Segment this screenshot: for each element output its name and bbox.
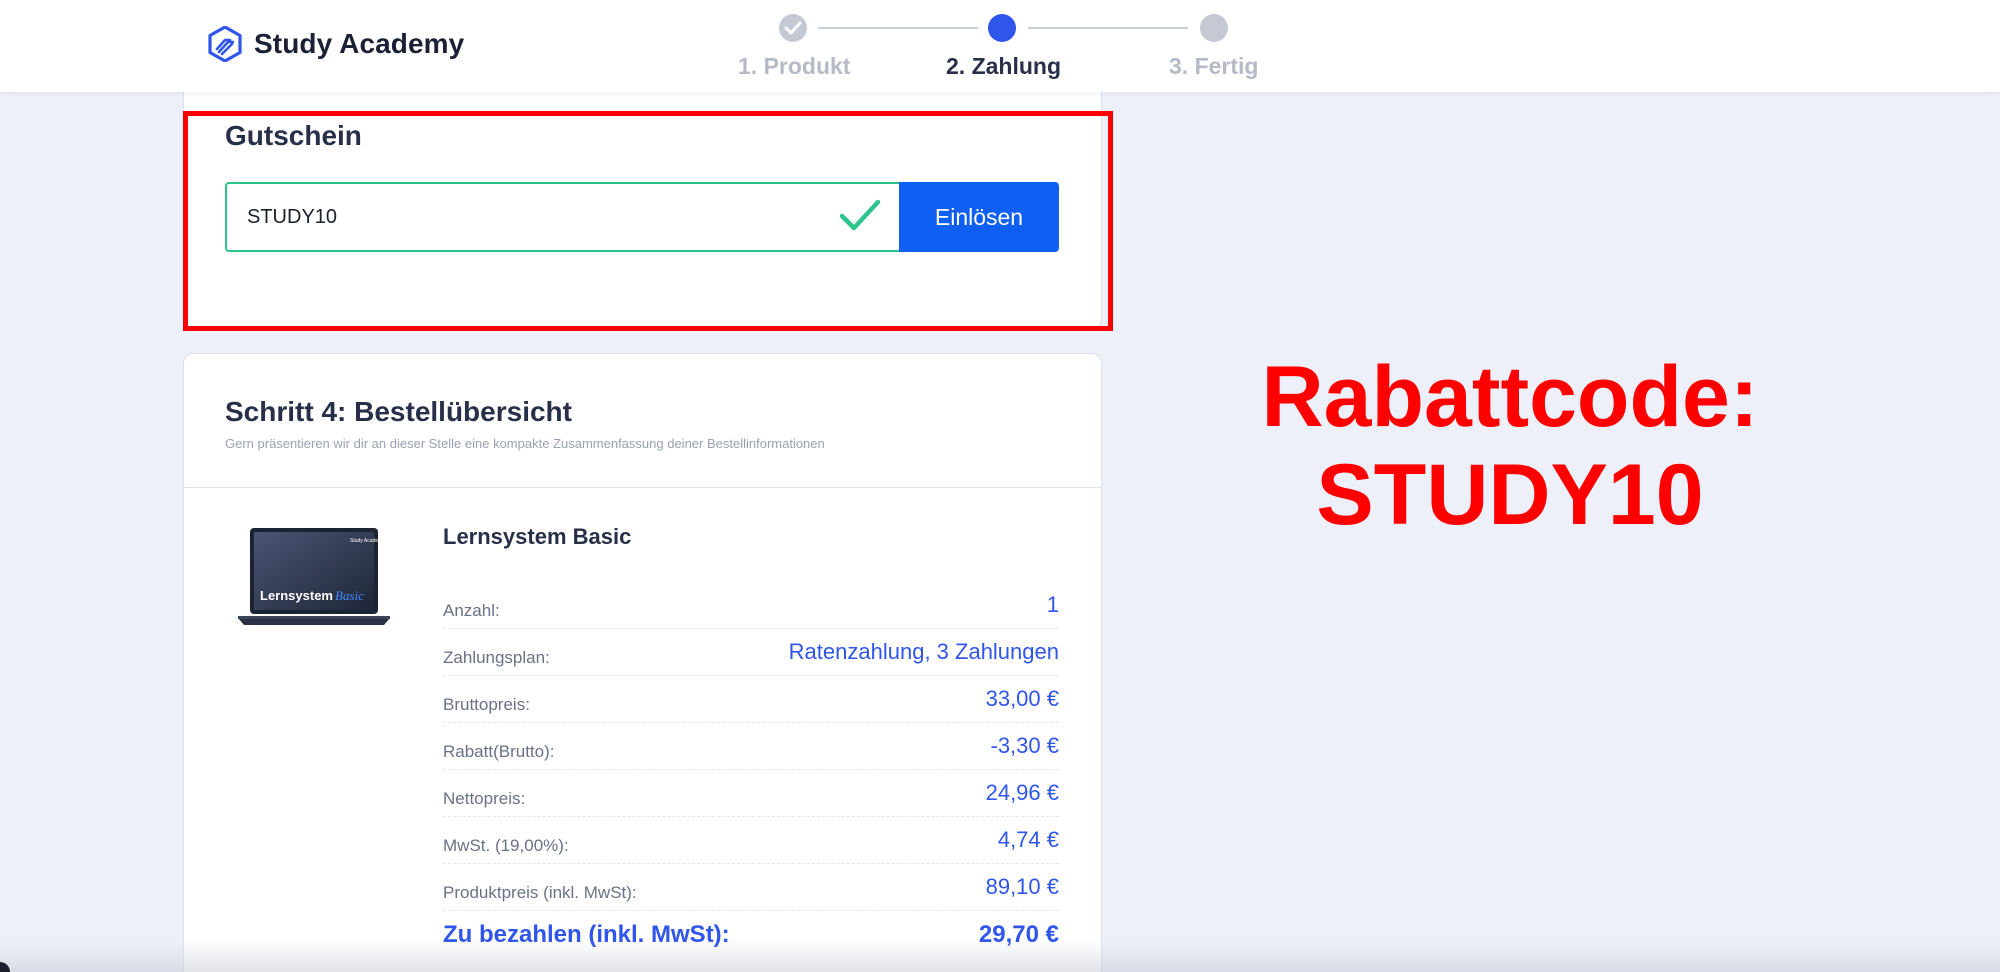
coupon-code-input[interactable]: STUDY10 (225, 182, 901, 252)
row-value: 24,96 € (985, 780, 1059, 805)
promo-line-1: Rabattcode: (1261, 349, 1759, 445)
row-label: Rabatt(Brutto): (443, 742, 555, 761)
row-label: Nettopreis: (443, 789, 526, 808)
row-value: 4,74 € (997, 827, 1059, 852)
redeem-coupon-button[interactable]: Einlösen (899, 182, 1059, 252)
top-header: Study Academy 1. Produkt 2. Zahlung 3. F… (0, 0, 2000, 92)
summary-row-quantity: Anzahl: 1 (443, 582, 1059, 629)
coupon-title: Gutschein (225, 120, 362, 151)
product-image-caption: Lernsystem (260, 588, 333, 603)
step-2-dot (988, 14, 1016, 42)
checkmark-icon (839, 199, 881, 231)
summary-subtitle: Gern präsentieren wir dir an dieser Stel… (225, 436, 825, 451)
row-value: 89,10 € (985, 874, 1059, 899)
bottom-shadow (0, 940, 2000, 972)
summary-row-net-price: Nettopreis: 24,96 € (443, 770, 1059, 817)
promo-line-2: STUDY10 (1316, 447, 1704, 543)
row-value: Ratenzahlung, 3 Zahlungen (788, 639, 1059, 664)
product-name: Lernsystem Basic (443, 524, 632, 549)
row-value: -3,30 € (990, 733, 1060, 758)
summary-rows: Anzahl: 1 Zahlungsplan: Ratenzahlung, 3 … (443, 582, 1059, 958)
step-connector (1028, 27, 1188, 29)
step-3-label: 3. Fertig (1169, 53, 1259, 79)
summary-row-product-price: Produktpreis (inkl. MwSt): 89,10 € (443, 864, 1059, 911)
summary-row-gross-price: Bruttopreis: 33,00 € (443, 676, 1059, 723)
checkout-stepper: 1. Produkt 2. Zahlung 3. Fertig (0, 0, 2000, 92)
summary-title: Schritt 4: Bestellübersicht (225, 396, 572, 427)
row-label: MwSt. (19,00%): (443, 836, 569, 855)
product-image-brand: Study Academy (350, 538, 385, 544)
step-1-check-icon (779, 14, 807, 42)
row-label: Produktpreis (inkl. MwSt): (443, 883, 637, 902)
step-2-label: 2. Zahlung (946, 53, 1061, 79)
product-image-caption-script: Basic (335, 588, 364, 603)
product-laptop-image: Study Academy Lernsystem Basic (238, 528, 390, 625)
summary-row-payment-plan: Zahlungsplan: Ratenzahlung, 3 Zahlungen (443, 629, 1059, 676)
summary-row-discount: Rabatt(Brutto): -3,30 € (443, 723, 1059, 770)
row-label: Zahlungsplan: (443, 648, 550, 667)
summary-row-vat: MwSt. (19,00%): 4,74 € (443, 817, 1059, 864)
summary-divider (184, 487, 1101, 488)
step-1-label: 1. Produkt (738, 53, 851, 79)
row-value: 33,00 € (985, 686, 1059, 711)
step-connector (818, 27, 978, 29)
row-label: Bruttopreis: (443, 695, 530, 714)
step-3-dot (1200, 14, 1228, 42)
coupon-code-value: STUDY10 (247, 205, 338, 228)
row-value: 1 (1046, 592, 1059, 617)
row-label: Anzahl: (443, 601, 500, 620)
promo-code-annotation: Rabattcode: STUDY10 (1140, 348, 1880, 544)
